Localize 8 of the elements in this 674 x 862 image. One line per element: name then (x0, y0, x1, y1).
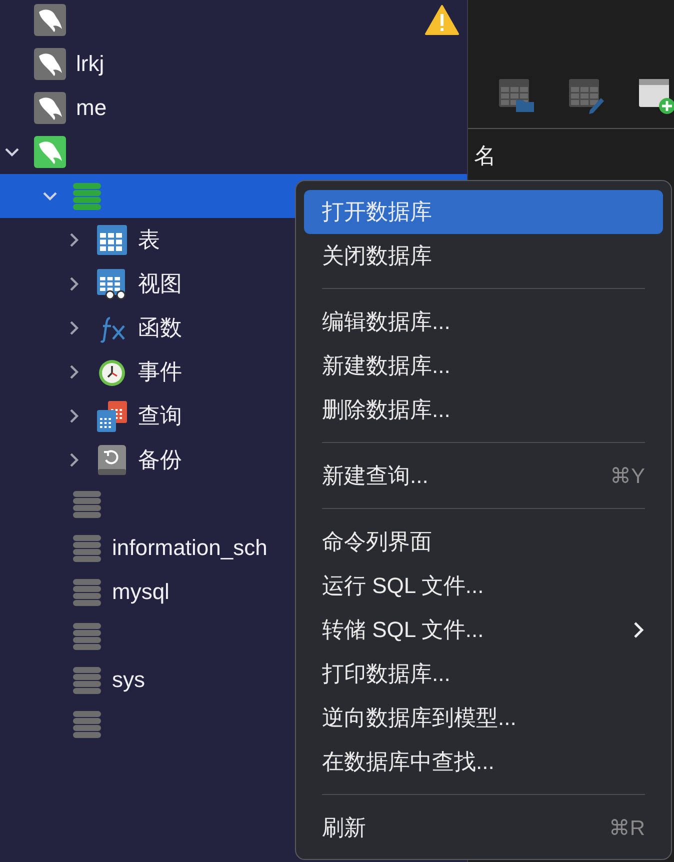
shortcut-hint: ⌘R (608, 816, 645, 840)
column-header: 名 (473, 142, 497, 170)
database-name: sys (112, 667, 145, 693)
shortcut-hint: ⌘Y (610, 464, 645, 488)
database-name: mysql (112, 579, 170, 605)
connection-name: me (76, 95, 107, 121)
connection-name: lrkj (76, 51, 104, 77)
database-name: information_sch (112, 535, 268, 561)
